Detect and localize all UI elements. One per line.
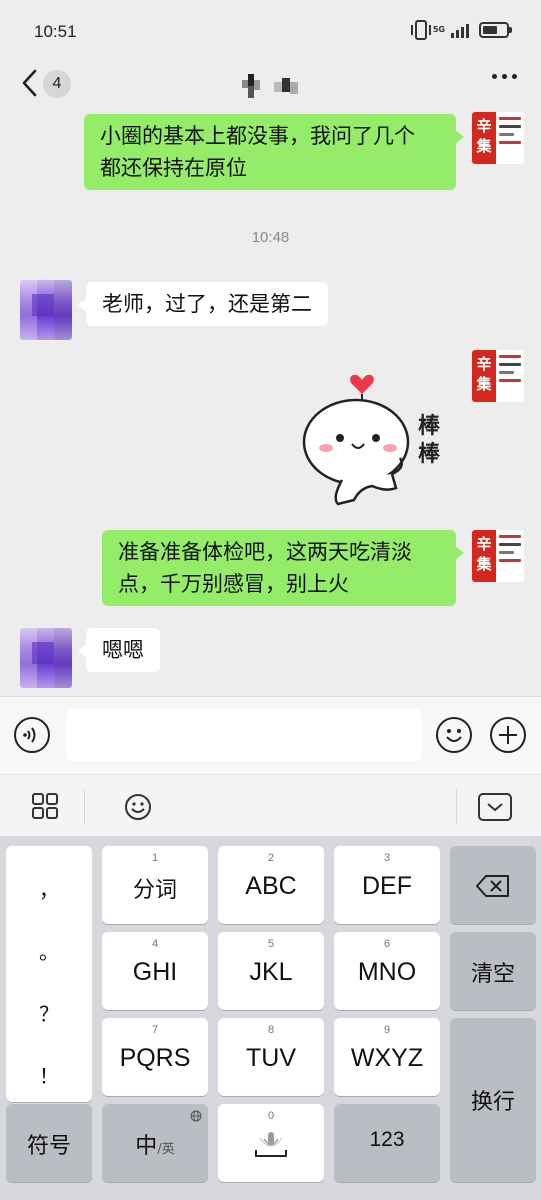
- key-label: 分词: [132, 878, 177, 903]
- key-4[interactable]: 4 GHI: [102, 932, 208, 1010]
- message-text: 准备准备体检吧，这两天吃清淡: [118, 540, 412, 564]
- my-avatar[interactable]: 辛集: [472, 530, 524, 582]
- key-7[interactable]: 7 PQRS: [102, 1018, 208, 1096]
- unread-count-badge[interactable]: 4: [43, 70, 71, 98]
- key-label: 清空: [470, 962, 515, 987]
- emoji-keyboard-icon[interactable]: [124, 793, 152, 821]
- pinyin-keyboard: ， 。 ？ ！ 1 分词 2 ABC 3 DEF 4 GHI 5 JKL 6 M…: [0, 836, 541, 1200]
- chat-name-pixelated: [242, 74, 298, 98]
- punct-question[interactable]: ？: [6, 998, 92, 1027]
- message-bubble-received[interactable]: 嗯嗯: [78, 628, 160, 672]
- mic-space-icon: [255, 1132, 287, 1157]
- clear-key[interactable]: 清空: [450, 932, 536, 1010]
- status-time: 10:51: [34, 22, 77, 41]
- hide-keyboard-icon[interactable]: [478, 793, 512, 821]
- key-number: 1: [151, 852, 159, 864]
- menu-grid-icon[interactable]: [32, 793, 58, 819]
- vibrate-icon: [410, 20, 431, 40]
- message-bubble-received[interactable]: 老师，过了，还是第二: [78, 282, 328, 326]
- avatar-glyphs: 辛集: [472, 112, 496, 164]
- more-options-icon[interactable]: [492, 74, 517, 79]
- more-functions-button[interactable]: [490, 717, 526, 753]
- punctuation-column[interactable]: ， 。 ？ ！: [6, 846, 92, 1102]
- contact-avatar[interactable]: [20, 280, 72, 340]
- key-number: 0: [267, 1110, 275, 1122]
- network-type: 5G: [433, 26, 445, 34]
- status-icons: 5G: [410, 20, 512, 40]
- signal-icon: [451, 22, 469, 38]
- key-2[interactable]: 2 ABC: [218, 846, 324, 924]
- avatar-glyphs: 辛集: [472, 530, 496, 582]
- key-label: GHI: [132, 958, 178, 986]
- key-6[interactable]: 6 MNO: [334, 932, 440, 1010]
- emoji-button[interactable]: [436, 717, 472, 753]
- key-3[interactable]: 3 DEF: [334, 846, 440, 924]
- key-label: 换行: [470, 1090, 515, 1115]
- back-arrow-icon[interactable]: [20, 68, 40, 98]
- message-bubble-sent[interactable]: 小圈的基本上都没事，我问了几个 都还保持在原位: [84, 114, 464, 190]
- key-label: DEF: [362, 872, 412, 900]
- key-5[interactable]: 5 JKL: [218, 932, 324, 1010]
- key-label: 符号: [26, 1134, 71, 1159]
- message-text: 都还保持在原位: [100, 156, 247, 180]
- message-timestamp: 10:48: [251, 229, 290, 246]
- key-8[interactable]: 8 TUV: [218, 1018, 324, 1096]
- space-key[interactable]: 0: [218, 1104, 324, 1182]
- avatar-glyphs: 辛集: [472, 350, 496, 402]
- voice-input-button[interactable]: [14, 717, 50, 753]
- battery-icon: [479, 22, 512, 38]
- key-number: 6: [383, 938, 391, 950]
- voice-icon: [23, 727, 36, 743]
- key-1[interactable]: 1 分词: [102, 846, 208, 924]
- key-label: TUV: [246, 1044, 296, 1072]
- network-label: 5G: [432, 25, 445, 34]
- plus-icon: [499, 726, 517, 744]
- key-label: MNO: [357, 958, 417, 986]
- chat-input-bar: [0, 696, 541, 774]
- key-label: JKL: [249, 958, 293, 986]
- status-bar: 10:51 5G: [0, 0, 541, 64]
- message-text: 点，千万别感冒，别上火: [118, 572, 349, 596]
- my-avatar[interactable]: 辛集: [472, 350, 524, 402]
- key-number: 7: [151, 1024, 159, 1036]
- key-number: 3: [383, 852, 391, 864]
- key-label: WXYZ: [350, 1044, 424, 1072]
- key-number: 5: [267, 938, 275, 950]
- chat-title-bar: 4: [0, 60, 541, 108]
- message-text: 嗯嗯: [102, 638, 144, 662]
- key-number: 4: [151, 938, 159, 950]
- key-number: 2: [267, 852, 275, 864]
- message-bubble-sent[interactable]: 准备准备体检吧，这两天吃清淡 点，千万别感冒，别上火: [102, 530, 464, 606]
- key-number: 8: [267, 1024, 275, 1036]
- my-avatar[interactable]: 辛集: [472, 112, 524, 164]
- key-9[interactable]: 9 WXYZ: [334, 1018, 440, 1096]
- globe-icon: [190, 1110, 202, 1122]
- message-text: 小圈的基本上都没事，我问了几个: [100, 124, 415, 148]
- key-label: 123: [369, 1128, 405, 1151]
- message-text: 老师，过了，还是第二: [102, 292, 312, 316]
- sticker-message[interactable]: 棒棒: [296, 360, 466, 510]
- keyboard-toolbar: [0, 774, 541, 836]
- symbols-key[interactable]: 符号: [6, 1104, 92, 1182]
- backspace-key[interactable]: [450, 846, 536, 924]
- sticker-text: 棒棒: [418, 413, 441, 467]
- lang-alt-label: /英: [157, 1142, 175, 1157]
- key-number: 9: [383, 1024, 391, 1036]
- punct-comma[interactable]: ，: [6, 874, 92, 903]
- punct-exclaim[interactable]: ！: [6, 1060, 92, 1089]
- language-switch-key[interactable]: 中/英: [102, 1104, 208, 1182]
- punct-period[interactable]: 。: [6, 936, 92, 965]
- key-label: ABC: [245, 872, 297, 900]
- contact-avatar[interactable]: [20, 628, 72, 688]
- backspace-icon: [476, 875, 509, 897]
- key-label: PQRS: [119, 1044, 191, 1072]
- lang-main-label: 中: [135, 1134, 158, 1159]
- enter-key[interactable]: 换行: [450, 1018, 536, 1182]
- numbers-key[interactable]: 123: [334, 1104, 440, 1182]
- smiley-icon: [446, 729, 462, 742]
- message-text-input[interactable]: [66, 709, 422, 761]
